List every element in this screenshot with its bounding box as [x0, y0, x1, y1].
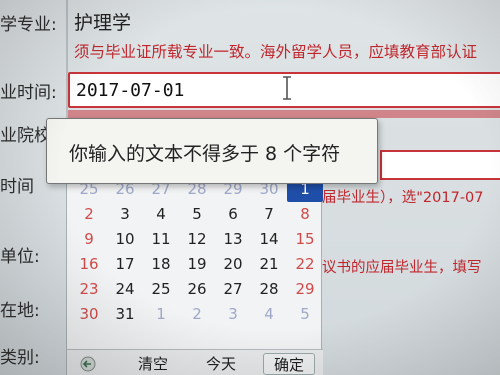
calendar-day[interactable]: 29	[287, 277, 323, 302]
input-underline	[68, 110, 500, 118]
today-button[interactable]: 今天	[195, 353, 247, 375]
calendar-day[interactable]: 4	[251, 302, 287, 327]
calendar-day[interactable]: 5	[287, 302, 323, 327]
calendar-day[interactable]: 1	[143, 302, 179, 327]
calendar-day[interactable]: 18	[143, 252, 179, 277]
calendar-day[interactable]: 25	[143, 277, 179, 302]
time-note: 届毕业生），选"2017-07	[322, 190, 484, 206]
major-note: 须与毕业证所载专业一致。海外留学人员，应填教育部认证	[74, 43, 478, 61]
calendar-day[interactable]: 30	[71, 302, 107, 327]
calendar-week-row: 9 10 11 12 13 14 15	[71, 227, 323, 252]
location-label: 在地:	[0, 301, 40, 321]
major-value[interactable]: 护理学	[74, 8, 131, 35]
calendar-day[interactable]: 2	[179, 302, 215, 327]
calendar-day[interactable]: 26	[179, 277, 215, 302]
calendar-day[interactable]: 12	[179, 227, 215, 252]
calendar-week-row: 30 31 1 2 3 4 5	[71, 302, 323, 327]
calendar-footer: 清空 今天 确定	[67, 349, 323, 375]
text-cursor-icon	[283, 76, 291, 100]
calendar-day[interactable]: 9	[71, 227, 107, 252]
graduation-date-value: 2017-07-01	[76, 80, 185, 101]
validation-tooltip: 你输入的文本不得多于 8 个字符	[46, 118, 378, 184]
calendar-day[interactable]: 4	[143, 202, 179, 227]
clear-button[interactable]: 清空	[127, 353, 179, 375]
calendar-day[interactable]: 8	[287, 202, 323, 227]
calendar-week-row: 2345678	[71, 202, 323, 227]
graduation-time-label: 业时间:	[0, 83, 57, 103]
calendar-day[interactable]: 27	[215, 277, 251, 302]
calendar-week-row: 16 17 18 19 20 21 22	[71, 252, 323, 277]
calendar-day[interactable]: 15	[287, 227, 323, 252]
calendar-day[interactable]: 6	[215, 202, 251, 227]
calendar-day[interactable]: 20	[215, 252, 251, 277]
back-arrow-icon[interactable]	[79, 356, 97, 372]
calendar-day[interactable]: 2	[71, 202, 107, 227]
calendar-day[interactable]: 11	[143, 227, 179, 252]
form-page: 学专业: 业时间: 业院校 时间 单位: 在地: 类别: 护理学 须与毕业证所载…	[0, 0, 500, 375]
calendar-day[interactable]: 24	[107, 277, 143, 302]
calendar-day[interactable]: 17	[107, 252, 143, 277]
unit-note: 议书的应届毕业生，填写	[322, 260, 482, 276]
ok-button[interactable]: 确定	[263, 353, 315, 375]
calendar-day[interactable]: 19	[179, 252, 215, 277]
label-column: 学专业: 业时间: 业院校 时间 单位: 在地: 类别:	[0, 0, 66, 375]
unit-label: 单位:	[0, 247, 40, 267]
calendar-week-row: 23 24 25 26 27 28 29	[71, 277, 323, 302]
date-picker[interactable]: 25 26 27 28 29 30 1 2 3 4 5 6 7 8 9 10 11 12 13 14 15 16 17 18 1…	[66, 170, 323, 375]
major-label: 学专业:	[0, 15, 57, 35]
calendar-day[interactable]: 16	[71, 252, 107, 277]
time-label: 时间	[0, 177, 34, 197]
graduation-school-label: 业院校	[0, 126, 51, 146]
calendar-day[interactable]: 3	[215, 302, 251, 327]
graduation-school-input[interactable]	[380, 150, 500, 180]
calendar-grid: 25 26 27 28 29 30 1 2 3 4 5 6 7 8 9 10 11 12 13 14 15 16 17 18 1…	[71, 177, 323, 327]
calendar-day[interactable]: 28	[251, 277, 287, 302]
calendar-day[interactable]: 22	[287, 252, 323, 277]
calendar-day[interactable]: 14	[251, 227, 287, 252]
calendar-day[interactable]: 13	[215, 227, 251, 252]
calendar-day[interactable]: 10	[107, 227, 143, 252]
calendar-day[interactable]: 3	[107, 202, 143, 227]
tooltip-text: 你输入的文本不得多于 8 个字符	[69, 143, 341, 165]
calendar-day[interactable]: 23	[71, 277, 107, 302]
calendar-day[interactable]: 21	[251, 252, 287, 277]
calendar-day[interactable]: 5	[179, 202, 215, 227]
calendar-day[interactable]: 7	[251, 202, 287, 227]
category-label: 类别:	[0, 348, 40, 368]
calendar-day[interactable]: 31	[107, 302, 143, 327]
